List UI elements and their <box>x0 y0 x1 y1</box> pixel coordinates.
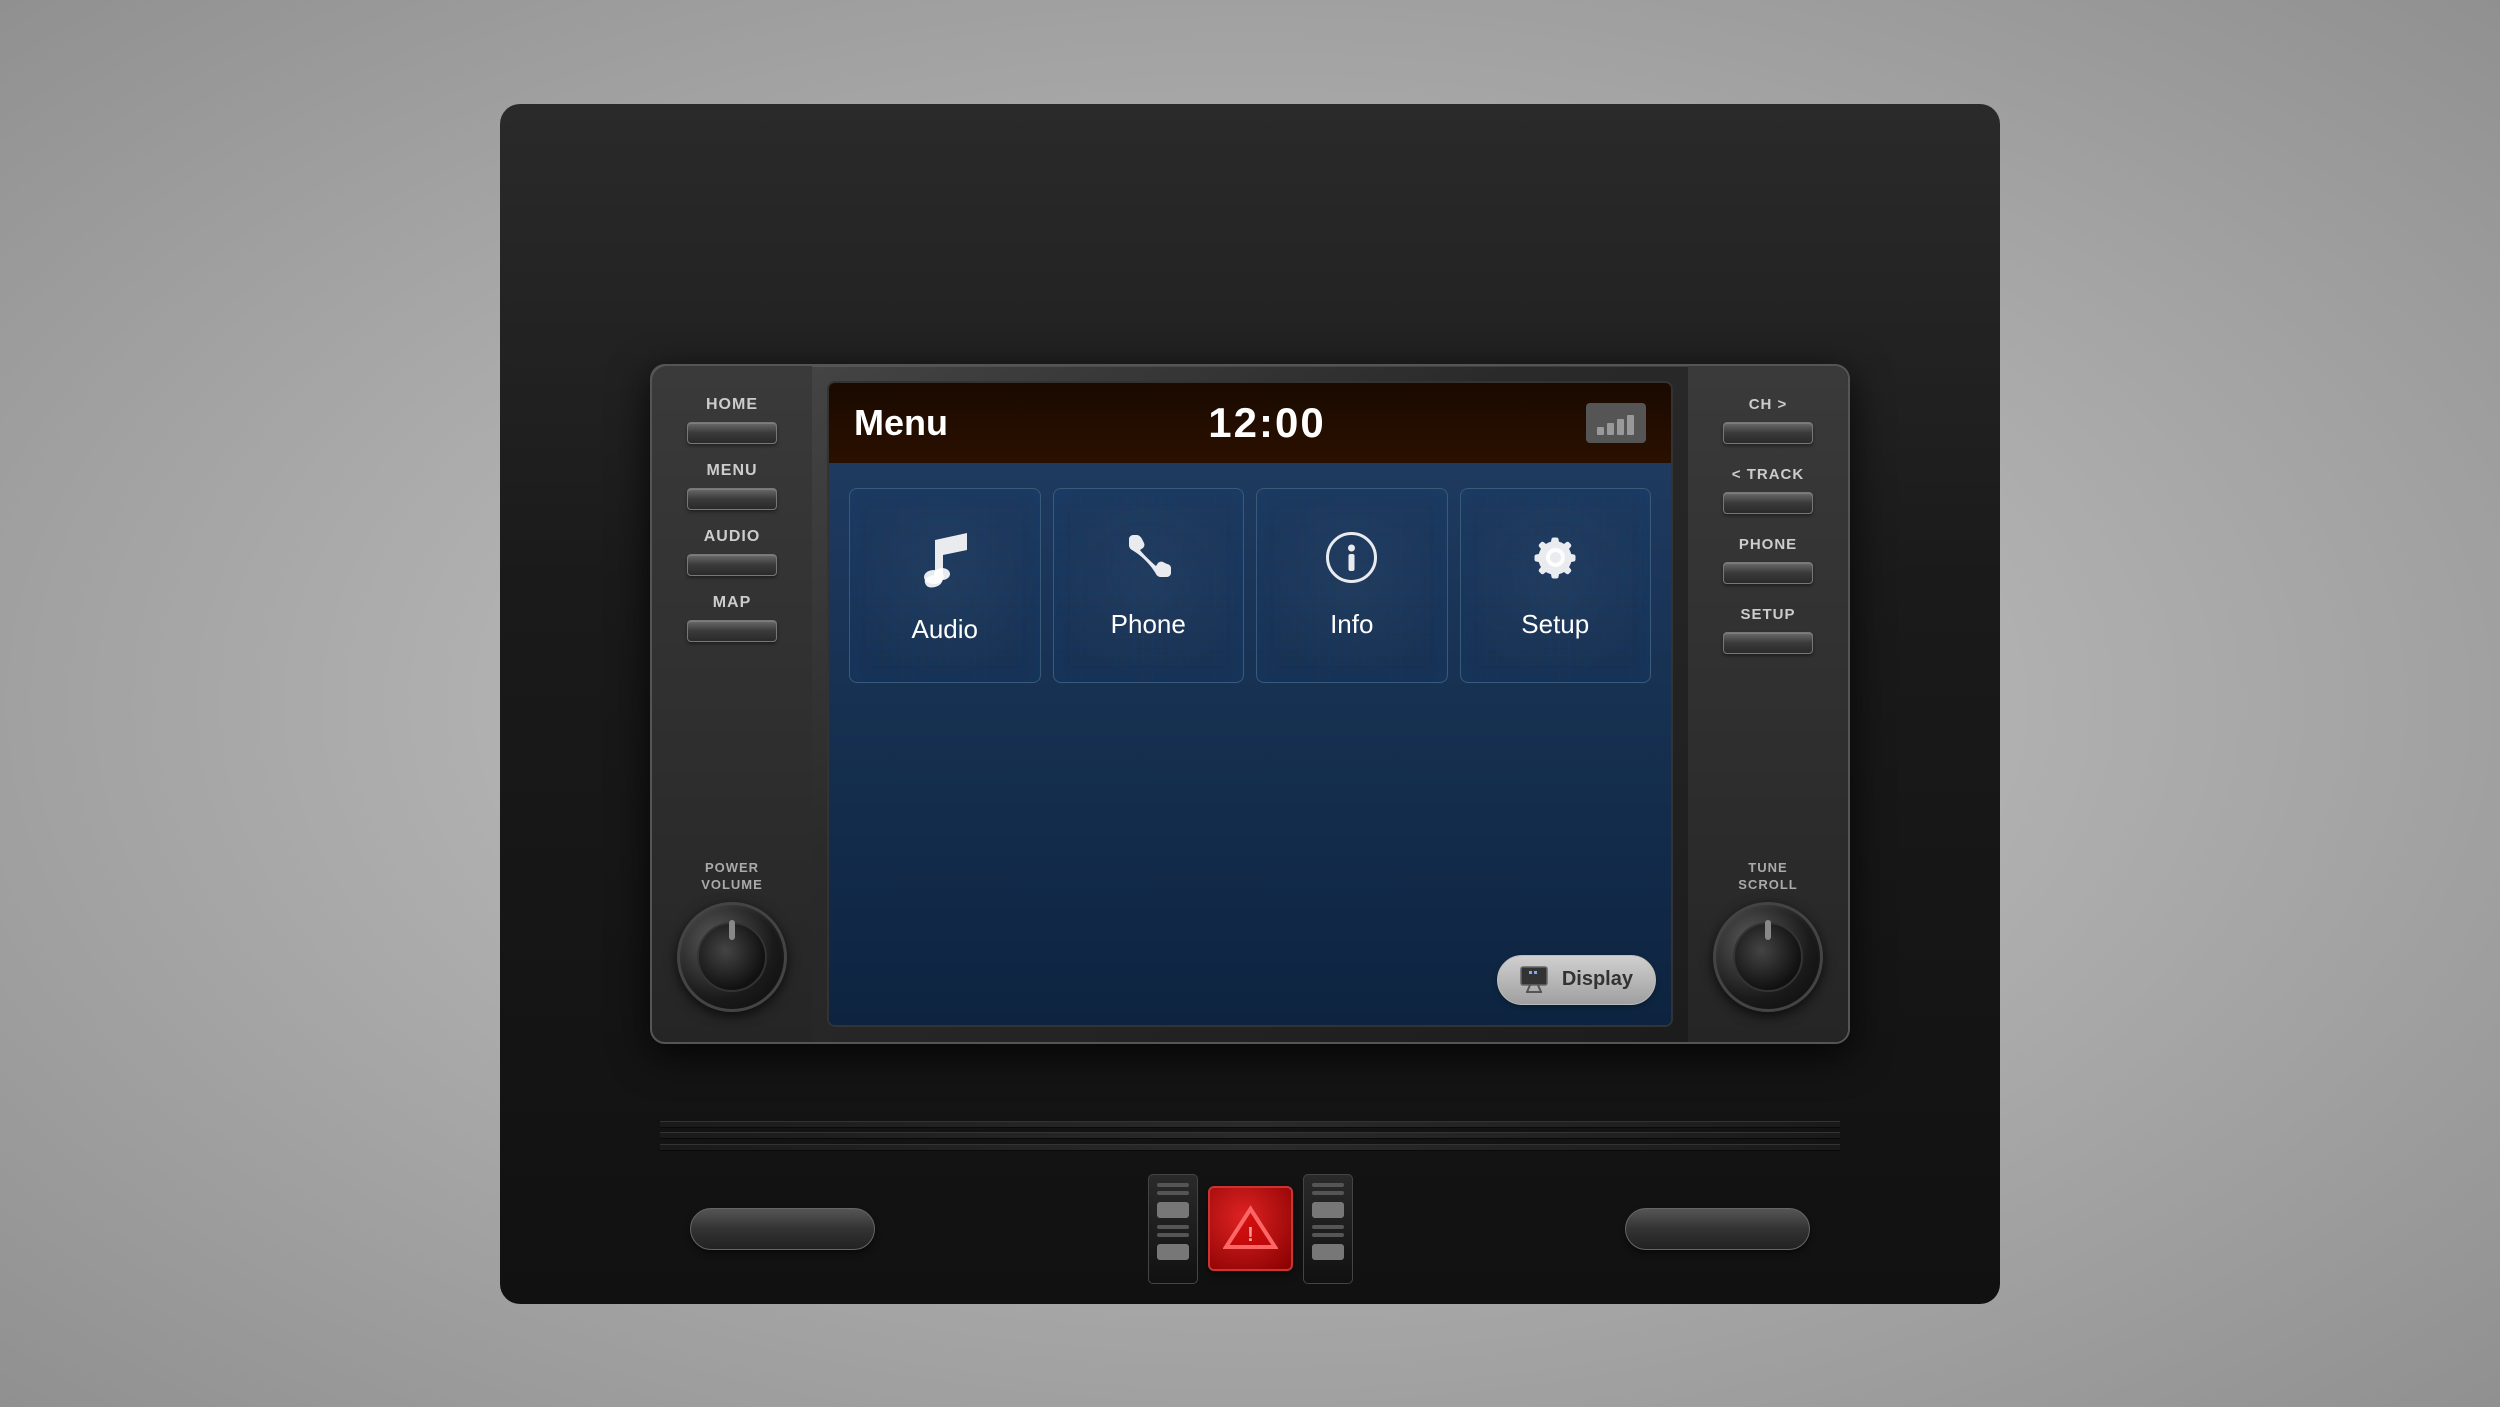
display-button-label: Display <box>1562 968 1633 991</box>
map-button-shape[interactable] <box>687 620 777 642</box>
right-toggle-control[interactable] <box>1303 1174 1353 1284</box>
signal-bar-2 <box>1607 423 1614 435</box>
vent-line-3 <box>660 1144 1840 1151</box>
hazard-triangle-icon: ! <box>1223 1201 1278 1256</box>
home-button-label: HOME <box>706 396 758 414</box>
screen-title: Menu <box>854 402 948 444</box>
info-circle-icon <box>1324 530 1379 594</box>
info-tile-label: Info <box>1330 609 1373 640</box>
menu-button-shape[interactable] <box>687 488 777 510</box>
audio-tile-label: Audio <box>912 614 979 645</box>
music-note-icon <box>917 525 972 599</box>
right-push-button[interactable] <box>1625 1208 1810 1250</box>
menu-nav-button[interactable]: MENU <box>687 462 777 510</box>
signal-bars <box>1597 411 1634 435</box>
phone-menu-tile[interactable]: Phone <box>1053 488 1245 683</box>
track-button-label: < TRACK <box>1732 466 1804 484</box>
infotainment-screen[interactable]: Menu 12:00 <box>827 381 1673 1027</box>
toggle-indicator-2 <box>1157 1244 1189 1260</box>
display-button[interactable]: Display <box>1497 955 1656 1005</box>
left-push-button[interactable] <box>690 1208 875 1250</box>
power-volume-label: POWERVOLUME <box>701 860 763 894</box>
screen-container: Menu 12:00 <box>812 366 1688 1042</box>
signal-bar-1 <box>1597 427 1604 435</box>
phone-tile-label: Phone <box>1111 609 1186 640</box>
tune-knob-inner <box>1733 922 1803 992</box>
toggle-line <box>1312 1225 1344 1229</box>
audio-menu-tile[interactable]: Audio <box>849 488 1041 683</box>
power-volume-section: POWERVOLUME <box>677 860 787 1012</box>
toggle-line <box>1157 1225 1189 1229</box>
screen-top-bar: Menu 12:00 <box>829 383 1671 463</box>
toggle-line <box>1312 1191 1344 1195</box>
display-icon <box>1520 966 1552 994</box>
gear-icon <box>1528 530 1583 594</box>
ch-button-label: CH > <box>1749 396 1788 414</box>
tune-scroll-section: TUNESCROLL <box>1713 860 1823 1012</box>
menu-content-area: Audio Phone <box>829 463 1671 1025</box>
phone-right-button-shape[interactable] <box>1723 562 1813 584</box>
setup-tile-label: Setup <box>1521 609 1589 640</box>
track-button-shape[interactable] <box>1723 492 1813 514</box>
phone-right-button-label: PHONE <box>1739 536 1797 554</box>
left-toggle-control[interactable] <box>1148 1174 1198 1284</box>
phone-nav-button[interactable]: PHONE <box>1723 536 1813 584</box>
home-button-shape[interactable] <box>687 422 777 444</box>
tune-scroll-label: TUNESCROLL <box>1738 860 1797 894</box>
toggle-indicator <box>1312 1202 1344 1218</box>
svg-text:!: ! <box>1247 1224 1254 1246</box>
toggle-line <box>1157 1233 1189 1237</box>
toggle-line <box>1312 1183 1344 1187</box>
menu-button-label: MENU <box>706 462 757 480</box>
bottom-controls-row: ! <box>660 1119 1840 1284</box>
setup-button-label: SETUP <box>1740 606 1795 624</box>
tune-scroll-knob[interactable] <box>1713 902 1823 1012</box>
map-button-label: MAP <box>713 594 752 612</box>
head-unit: HOME MENU AUDIO MAP POWERVOLUME <box>650 364 1850 1044</box>
left-control-panel: HOME MENU AUDIO MAP POWERVOLUME <box>652 366 812 1042</box>
signal-bar-4 <box>1627 415 1634 435</box>
setup-nav-button[interactable]: SETUP <box>1723 606 1813 654</box>
ch-button-shape[interactable] <box>1723 422 1813 444</box>
audio-button-shape[interactable] <box>687 554 777 576</box>
menu-grid: Audio Phone <box>849 488 1651 683</box>
toggle-line <box>1157 1191 1189 1195</box>
vent-line-2 <box>660 1132 1840 1139</box>
vent-area <box>660 1119 1840 1154</box>
signal-icon <box>1586 403 1646 443</box>
power-volume-knob[interactable] <box>677 902 787 1012</box>
knob-inner <box>697 922 767 992</box>
home-nav-button[interactable]: HOME <box>687 396 777 444</box>
audio-nav-button[interactable]: AUDIO <box>687 528 777 576</box>
toggle-line <box>1157 1183 1189 1187</box>
toggle-line <box>1312 1233 1344 1237</box>
ch-nav-button[interactable]: CH > <box>1723 396 1813 444</box>
info-menu-tile[interactable]: Info <box>1256 488 1448 683</box>
vent-line-1 <box>660 1121 1840 1128</box>
hazard-button[interactable]: ! <box>1208 1186 1293 1271</box>
signal-bar-3 <box>1617 419 1624 435</box>
setup-menu-tile[interactable]: Setup <box>1460 488 1652 683</box>
track-nav-button[interactable]: < TRACK <box>1723 466 1813 514</box>
phone-icon <box>1121 530 1176 594</box>
audio-button-label: AUDIO <box>704 528 761 546</box>
button-row: ! <box>660 1174 1840 1284</box>
time-display: 12:00 <box>1208 399 1325 447</box>
map-nav-button[interactable]: MAP <box>687 594 777 642</box>
right-control-panel: CH > < TRACK PHONE SETUP TUNESCROLL <box>1688 366 1848 1042</box>
dashboard: HOME MENU AUDIO MAP POWERVOLUME <box>500 104 2000 1304</box>
toggle-indicator-2 <box>1312 1244 1344 1260</box>
center-button-group: ! <box>1148 1174 1353 1284</box>
setup-button-shape[interactable] <box>1723 632 1813 654</box>
toggle-indicator <box>1157 1202 1189 1218</box>
